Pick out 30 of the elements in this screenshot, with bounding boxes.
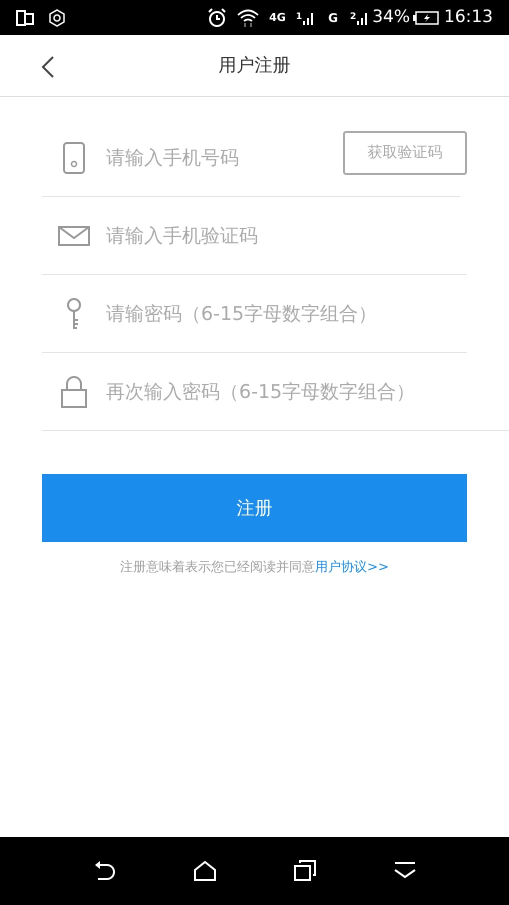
home-icon[interactable] [192, 860, 216, 882]
signal-icon [302, 10, 314, 24]
network-type: 4G [269, 12, 286, 23]
input-field[interactable]: 再次输入密码（6-15字母数字组合） [106, 372, 509, 412]
sim-number: 1 [296, 13, 302, 22]
get-code-button[interactable]: 获取验证码 [343, 130, 467, 174]
user-agreement-link[interactable]: 用户协议>> [315, 558, 389, 578]
recent-apps-icon[interactable] [292, 860, 316, 882]
agreement-text: 注册意味着表示您已经阅读并同意 [120, 559, 316, 577]
input-field[interactable]: 请输入手机验证码 [106, 216, 467, 256]
phone-icon [63, 142, 85, 174]
back-icon[interactable] [40, 55, 56, 79]
padlock-icon [61, 376, 87, 408]
key-icon [64, 298, 84, 330]
network-type: G [328, 12, 338, 24]
alarm-clock-icon [207, 8, 228, 28]
wifi-icon [237, 8, 260, 28]
clock-time: 16:13 [444, 9, 493, 26]
hexagon-icon [48, 8, 66, 26]
input-field[interactable]: 请输入手机号码 [106, 138, 343, 178]
battery-charging-icon [413, 10, 439, 24]
back-icon[interactable] [92, 860, 116, 882]
dual-screen-icon [16, 10, 34, 26]
sim-number: 2 [350, 13, 356, 22]
input-field[interactable]: 请输密码（6-15字母数字组合） [106, 294, 467, 334]
signal-icon [356, 10, 368, 24]
envelope-icon [58, 226, 90, 246]
battery-percent: 34% [372, 9, 410, 26]
register-button[interactable]: 注册 [42, 474, 467, 542]
page-title: 用户注册 [218, 54, 290, 78]
